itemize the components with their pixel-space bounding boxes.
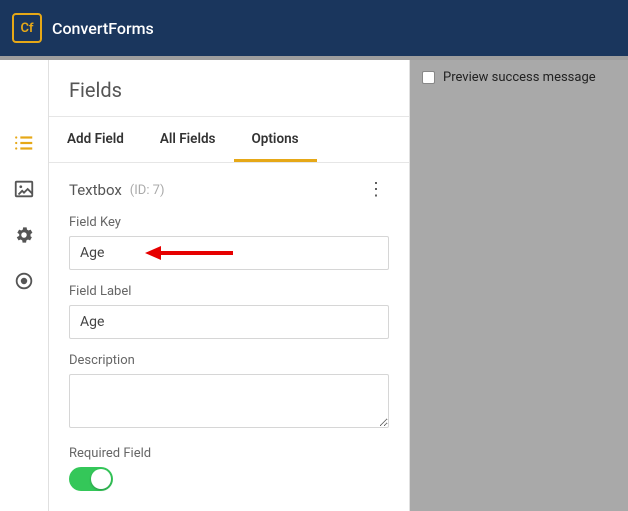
field-type: Textbox — [69, 181, 122, 199]
field-key-wrap — [69, 236, 389, 270]
toggle-knob — [91, 469, 111, 489]
tab-add-field[interactable]: Add Field — [49, 117, 142, 162]
logo-text: Cf — [20, 21, 33, 36]
field-label-label: Field Label — [69, 284, 389, 299]
target-icon[interactable] — [13, 270, 35, 292]
fields-icon[interactable] — [13, 132, 35, 154]
section-header: Textbox (ID: 7) ⋮ — [69, 179, 389, 201]
field-key-input[interactable] — [69, 236, 389, 270]
body: Fields Add Field All Fields Options Text… — [0, 60, 628, 511]
preview-success-checkbox[interactable]: Preview success message — [422, 70, 616, 85]
side-iconbar — [0, 60, 48, 511]
topbar: Cf ConvertForms — [0, 0, 628, 56]
field-label-wrap — [69, 305, 389, 339]
preview-pane: Preview success message — [410, 60, 628, 511]
field-key-label: Field Key — [69, 215, 389, 230]
description-wrap — [69, 374, 389, 432]
image-icon[interactable] — [13, 178, 35, 200]
field-label-input[interactable] — [69, 305, 389, 339]
checkbox-icon — [422, 71, 435, 84]
required-toggle[interactable] — [69, 467, 113, 491]
description-label: Description — [69, 353, 389, 368]
field-id: (ID: 7) — [130, 183, 165, 198]
app-logo: Cf — [12, 13, 42, 43]
preview-checkbox-label: Preview success message — [443, 70, 596, 85]
tabs: Add Field All Fields Options — [49, 117, 409, 163]
app-title: ConvertForms — [52, 19, 154, 38]
fields-panel: Fields Add Field All Fields Options Text… — [48, 60, 410, 511]
required-label: Required Field — [69, 446, 389, 461]
gear-icon[interactable] — [13, 224, 35, 246]
tab-options[interactable]: Options — [234, 117, 317, 162]
panel-title: Fields — [49, 60, 409, 117]
description-textarea[interactable] — [69, 374, 389, 428]
field-options-section: Textbox (ID: 7) ⋮ Field Key Field Label … — [49, 163, 409, 507]
tab-all-fields[interactable]: All Fields — [142, 117, 234, 162]
kebab-menu-icon[interactable]: ⋮ — [363, 179, 389, 201]
